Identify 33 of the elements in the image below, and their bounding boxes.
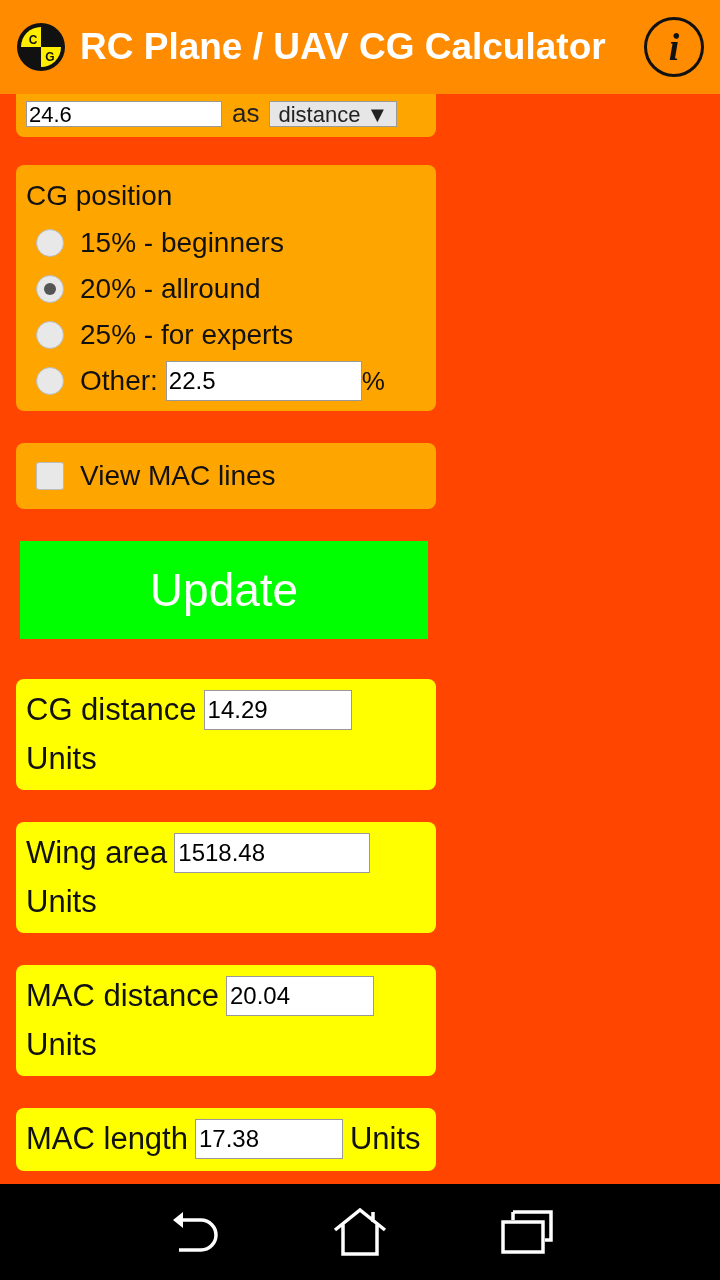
- result-label: MAC distance: [26, 977, 219, 1015]
- logo-icon: C G: [16, 22, 66, 72]
- value-field[interactable]: 24.6: [26, 100, 222, 127]
- result-label: CG distance: [26, 691, 197, 729]
- recent-apps-icon[interactable]: [501, 1210, 553, 1254]
- checkbox-label: View MAC lines: [80, 459, 276, 493]
- radio-button[interactable]: [36, 275, 64, 303]
- unit-label: Units: [349, 1120, 421, 1158]
- radio-button[interactable]: [36, 367, 64, 395]
- option-label: Other:: [80, 364, 158, 398]
- option-label: 25% - for experts: [80, 318, 294, 352]
- as-label: as: [232, 97, 260, 130]
- result-field[interactable]: 14.29: [203, 690, 352, 731]
- unit-label: Units: [26, 1025, 97, 1064]
- radio-button[interactable]: [36, 229, 64, 257]
- result-field[interactable]: 20.04: [225, 976, 374, 1017]
- distance-dropdown[interactable]: distance ▼: [269, 100, 398, 127]
- checkbox[interactable]: [36, 462, 64, 490]
- option-label: 15% - beginners: [80, 226, 284, 260]
- percent-label: %: [361, 364, 385, 398]
- card-title: CG position: [26, 179, 174, 213]
- unit-label: Units: [26, 882, 97, 921]
- result-field[interactable]: 17.38: [194, 1119, 343, 1160]
- percent-field[interactable]: 22.5: [165, 361, 362, 401]
- result-field[interactable]: 1518.48: [174, 833, 371, 874]
- option-label: 20% - allround: [80, 272, 261, 306]
- radio-button[interactable]: [36, 321, 64, 349]
- result-label: MAC length: [26, 1120, 188, 1158]
- app-title: RC Plane / UAV CG Calculator: [80, 25, 607, 70]
- unit-label: Units: [26, 739, 97, 778]
- home-icon[interactable]: [333, 1208, 387, 1256]
- info-button[interactable]: i: [644, 17, 704, 77]
- result-label: Wing area: [26, 834, 168, 872]
